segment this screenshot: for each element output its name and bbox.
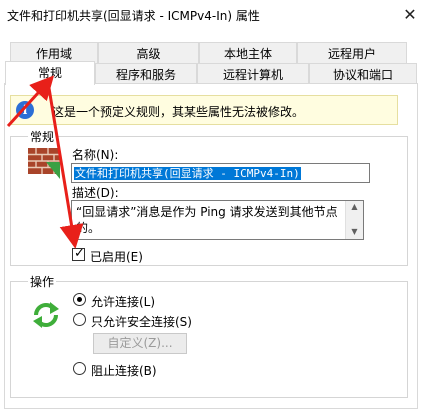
scroll-up-icon[interactable]: ▲ <box>346 202 363 211</box>
radio-selected-dot <box>77 297 82 302</box>
allow-connection-radio[interactable] <box>73 293 86 306</box>
enabled-label: 已启用(E) <box>90 250 143 264</box>
tab-local-principals[interactable]: 本地主体 <box>199 42 297 64</box>
block-connection-label[interactable]: 阻止连接(B) <box>91 362 157 379</box>
firewall-icon <box>28 148 60 179</box>
tab-advanced[interactable]: 高级 <box>98 42 199 64</box>
name-field[interactable]: 文件和打印机共享(回显请求 - ICMPv4-In) <box>71 163 370 183</box>
title-bar: 文件和打印机共享(回显请求 - ICMPv4-In) 属性 ✕ <box>0 0 424 30</box>
description-field[interactable]: “回显请求”消息是作为 Ping 请求发送到其他节点的。 <box>71 200 364 240</box>
name-label: 名称(N): <box>72 148 119 162</box>
action-group-label: 操作 <box>28 273 57 290</box>
close-button[interactable]: ✕ <box>398 4 422 26</box>
description-scrollbar[interactable]: ▲ ▼ <box>345 201 363 239</box>
tab-programs-services[interactable]: 程序和服务 <box>95 63 197 85</box>
window-title: 文件和打印机共享(回显请求 - ICMPv4-In) 属性 <box>7 9 260 23</box>
allow-action-icon <box>33 302 59 328</box>
name-value: 文件和打印机共享(回显请求 - ICMPv4-In) <box>74 167 301 180</box>
allow-secure-radio[interactable] <box>73 313 86 326</box>
action-group <box>10 281 408 398</box>
tab-remote-computers[interactable]: 远程计算机 <box>197 63 309 85</box>
customize-button[interactable]: 自定义(Z)... <box>93 333 187 354</box>
allow-connection-label[interactable]: 允许连接(L) <box>91 293 155 310</box>
scroll-down-icon[interactable]: ▼ <box>346 227 363 236</box>
block-connection-radio[interactable] <box>73 362 86 375</box>
tab-general[interactable]: 常规 <box>5 61 95 85</box>
checkmark-icon: ✓ <box>74 246 85 261</box>
info-text: 这是一个预定义规则，其某些属性无法被修改。 <box>52 105 305 119</box>
description-label: 描述(D): <box>72 186 119 200</box>
tab-remote-users[interactable]: 远程用户 <box>297 42 407 64</box>
tab-protocols-ports[interactable]: 协议和端口 <box>309 63 417 85</box>
enabled-checkbox[interactable]: ✓ <box>72 246 85 261</box>
info-icon: i <box>16 101 34 119</box>
allow-secure-label[interactable]: 只允许安全连接(S) <box>91 313 192 330</box>
general-group-label: 常规 <box>28 128 57 145</box>
